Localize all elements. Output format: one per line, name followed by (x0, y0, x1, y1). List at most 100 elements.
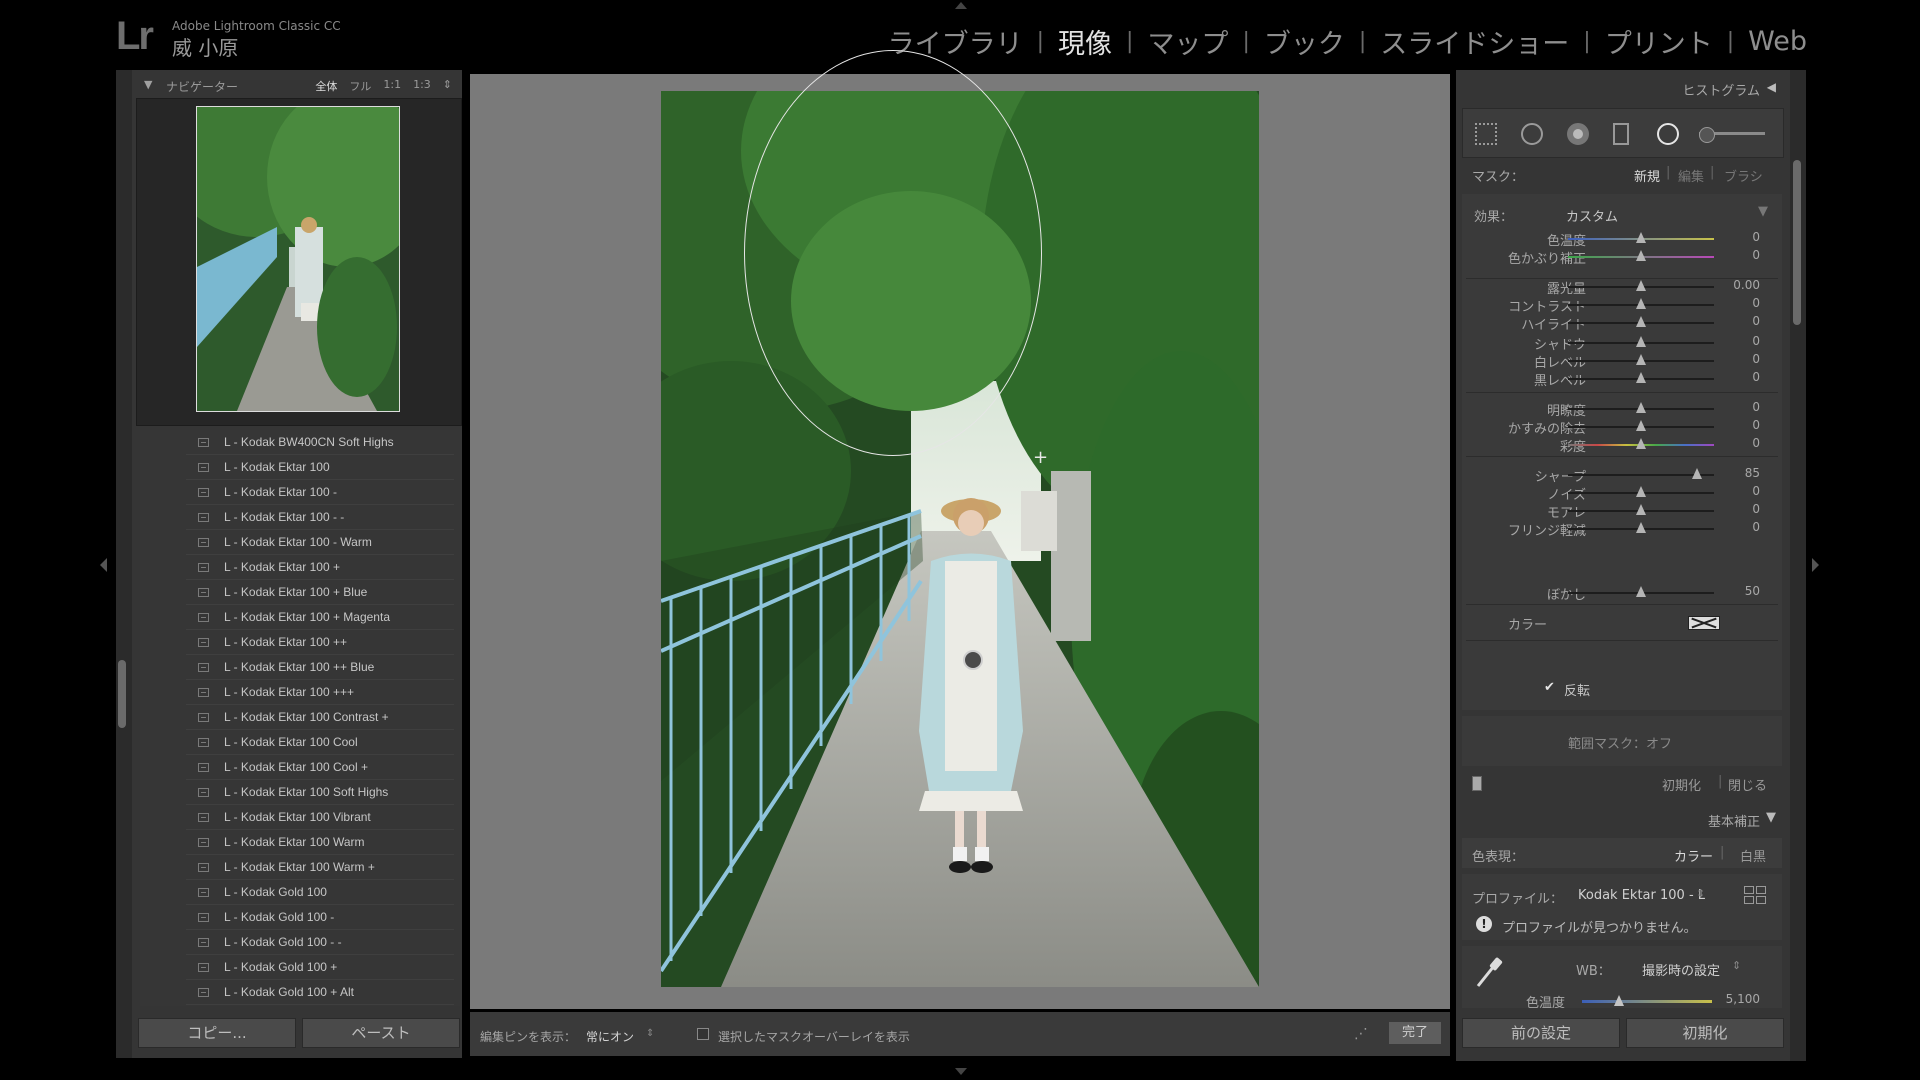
preset-item[interactable]: L - Kodak Ektar 100 + Magenta (186, 605, 454, 630)
collapse-triangle-icon[interactable]: ▼ (144, 78, 152, 91)
preset-item[interactable]: L - Kodak Ektar 100 Cool + (186, 755, 454, 780)
preset-item[interactable]: L - Kodak Ektar 100 +++ (186, 680, 454, 705)
slider-row[interactable]: 白レベル 0 (1462, 350, 1782, 371)
navigator-header[interactable]: ▼ ナビゲーター 全体 フル 1:1 1:3 ⇕ (136, 74, 460, 96)
invert-row[interactable]: ✔ 反転 (1462, 678, 1782, 699)
slider-row[interactable]: 黒レベル 0 (1462, 368, 1782, 389)
preset-item[interactable]: L - Kodak Ektar 100 ++ Blue (186, 655, 454, 680)
module-tab[interactable]: スライドショー (1377, 22, 1572, 61)
slider-knob[interactable] (1636, 522, 1646, 533)
slider-value[interactable]: 0 (1752, 230, 1760, 244)
slider-row[interactable]: シャープ 85 (1462, 464, 1782, 485)
zoom-1-1[interactable]: 1:1 (383, 78, 401, 94)
panel-on-off-switch[interactable] (1472, 776, 1482, 791)
temp-value[interactable]: 5,100 (1726, 992, 1760, 1006)
slider-row[interactable]: シャドウ 0 (1462, 332, 1782, 353)
module-tab[interactable]: マップ (1144, 22, 1231, 61)
slider-knob[interactable] (1636, 298, 1646, 309)
edit-pin-icon[interactable] (963, 650, 983, 670)
slider-knob[interactable] (1636, 486, 1646, 497)
mask-reset-button[interactable]: 初期化 (1662, 775, 1701, 794)
radial-filter-tool-icon[interactable] (1657, 123, 1679, 145)
graduated-filter-tool-icon[interactable] (1613, 123, 1629, 145)
treatment-bw-option[interactable]: 白黒 (1740, 846, 1766, 865)
slider-knob[interactable] (1636, 586, 1646, 597)
slider-row[interactable]: 彩度 0 (1462, 434, 1782, 455)
left-panel-toggle-icon[interactable] (100, 558, 107, 572)
preset-item[interactable]: L - Kodak Gold 100 (186, 880, 454, 905)
right-panel-toggle-icon[interactable] (1812, 558, 1819, 572)
slider-knob[interactable] (1636, 420, 1646, 431)
slider-row[interactable]: ハイライト 0 (1462, 312, 1782, 333)
slider-knob[interactable] (1636, 402, 1646, 413)
slider-knob[interactable] (1636, 316, 1646, 327)
slider-row[interactable]: 色温度 0 (1462, 228, 1782, 249)
module-tab[interactable]: Web (1745, 26, 1810, 57)
right-panel-scrollbar[interactable] (1793, 160, 1801, 325)
slider-value[interactable]: 0 (1752, 502, 1760, 516)
mask-new-button[interactable]: 新規 (1634, 166, 1660, 185)
profile-dropdown-icon[interactable]: ⇕ (1696, 887, 1705, 900)
slider-row[interactable]: ぼかし 50 (1462, 582, 1782, 603)
preset-item[interactable]: L - Kodak Gold 100 - - (186, 930, 454, 955)
temp-track[interactable] (1582, 1000, 1712, 1003)
slider-knob[interactable] (1636, 438, 1646, 449)
slider-row[interactable]: モアレ 0 (1462, 500, 1782, 521)
top-panel-toggle-icon[interactable] (955, 2, 967, 9)
collapse-down-triangle-icon[interactable]: ▼ (1766, 810, 1776, 825)
paste-settings-button[interactable]: ペースト (302, 1018, 460, 1048)
basic-panel-header[interactable]: 基本補正 ▼ (1460, 808, 1786, 830)
slider-knob[interactable] (1636, 372, 1646, 383)
slider-knob[interactable] (1636, 250, 1646, 261)
treatment-color-option[interactable]: カラー (1674, 846, 1713, 865)
collapse-left-triangle-icon[interactable]: ◀ (1767, 80, 1776, 94)
crop-tool-icon[interactable] (1475, 123, 1497, 145)
slider-value[interactable]: 0 (1752, 484, 1760, 498)
zoom-1-3[interactable]: 1:3 (413, 78, 431, 94)
preset-item[interactable]: L - Kodak Ektar 100 (186, 455, 454, 480)
wb-dropdown-icon[interactable]: ⇕ (1732, 959, 1741, 972)
slider-knob[interactable] (1636, 504, 1646, 515)
module-tab[interactable]: ブック (1261, 22, 1348, 61)
slider-row[interactable]: 露光量 0.00 (1462, 276, 1782, 297)
effect-dropdown-icon[interactable]: ▼ (1758, 204, 1768, 219)
module-tab[interactable]: 現像 (1055, 22, 1115, 61)
preset-item[interactable]: L - Kodak Ektar 100 + Blue (186, 580, 454, 605)
left-panel-scrollbar[interactable] (118, 660, 126, 728)
module-tab[interactable]: プリント (1602, 22, 1716, 61)
invert-checkbox[interactable]: ✔ (1544, 680, 1555, 695)
zoom-fill[interactable]: フル (349, 78, 371, 94)
profile-select[interactable]: Kodak Ektar 100 - L (1578, 888, 1705, 903)
zoom-fit[interactable]: 全体 (315, 78, 337, 94)
copy-settings-button[interactable]: コピー... (138, 1018, 296, 1048)
slider-knob[interactable] (1636, 336, 1646, 347)
preset-item[interactable]: L - Kodak Ektar 100 ++ (186, 630, 454, 655)
slider-row[interactable]: ノイズ 0 (1462, 482, 1782, 503)
profile-browser-grid-icon[interactable] (1744, 886, 1766, 904)
mask-close-button[interactable]: 閉じる (1728, 775, 1767, 794)
slider-knob[interactable] (1692, 468, 1703, 479)
done-button[interactable]: 完了 (1389, 1022, 1441, 1044)
presets-list[interactable]: L - Kodak BW400CN Soft Highs L - Kodak Ek… (140, 430, 460, 1006)
preset-item[interactable]: L - Kodak Ektar 100 Soft Highs (186, 780, 454, 805)
slider-value[interactable]: 0 (1752, 314, 1760, 328)
preset-item[interactable]: L - Kodak Ektar 100 Vibrant (186, 805, 454, 830)
preset-item[interactable]: L - Kodak Ektar 100 + (186, 555, 454, 580)
preset-item[interactable]: L - Kodak Gold 100 + Alt (186, 980, 454, 1005)
mask-overlay-checkbox[interactable] (697, 1028, 709, 1040)
slider-row[interactable]: 明瞭度 0 (1462, 398, 1782, 419)
range-mask-section[interactable]: 範囲マスク：オフ (1462, 716, 1782, 766)
navigator-thumbnail[interactable] (196, 106, 400, 412)
preset-item[interactable]: L - Kodak Gold 100 + (186, 955, 454, 980)
preset-item[interactable]: L - Kodak Ektar 100 - Warm (186, 530, 454, 555)
white-balance-eyedropper-icon[interactable] (1474, 954, 1504, 990)
slider-value[interactable]: 0 (1752, 418, 1760, 432)
slider-knob[interactable] (1636, 280, 1646, 291)
slider-value[interactable]: 0 (1752, 436, 1760, 450)
effect-preset-select[interactable]: カスタム (1566, 206, 1618, 225)
slider-row[interactable]: かすみの除去 0 (1462, 416, 1782, 437)
slider-value[interactable]: 50 (1745, 584, 1760, 598)
slider-row[interactable]: 色かぶり補正 0 (1462, 246, 1782, 267)
reset-button[interactable]: 初期化 (1626, 1018, 1784, 1048)
spot-removal-tool-icon[interactable] (1521, 123, 1543, 145)
